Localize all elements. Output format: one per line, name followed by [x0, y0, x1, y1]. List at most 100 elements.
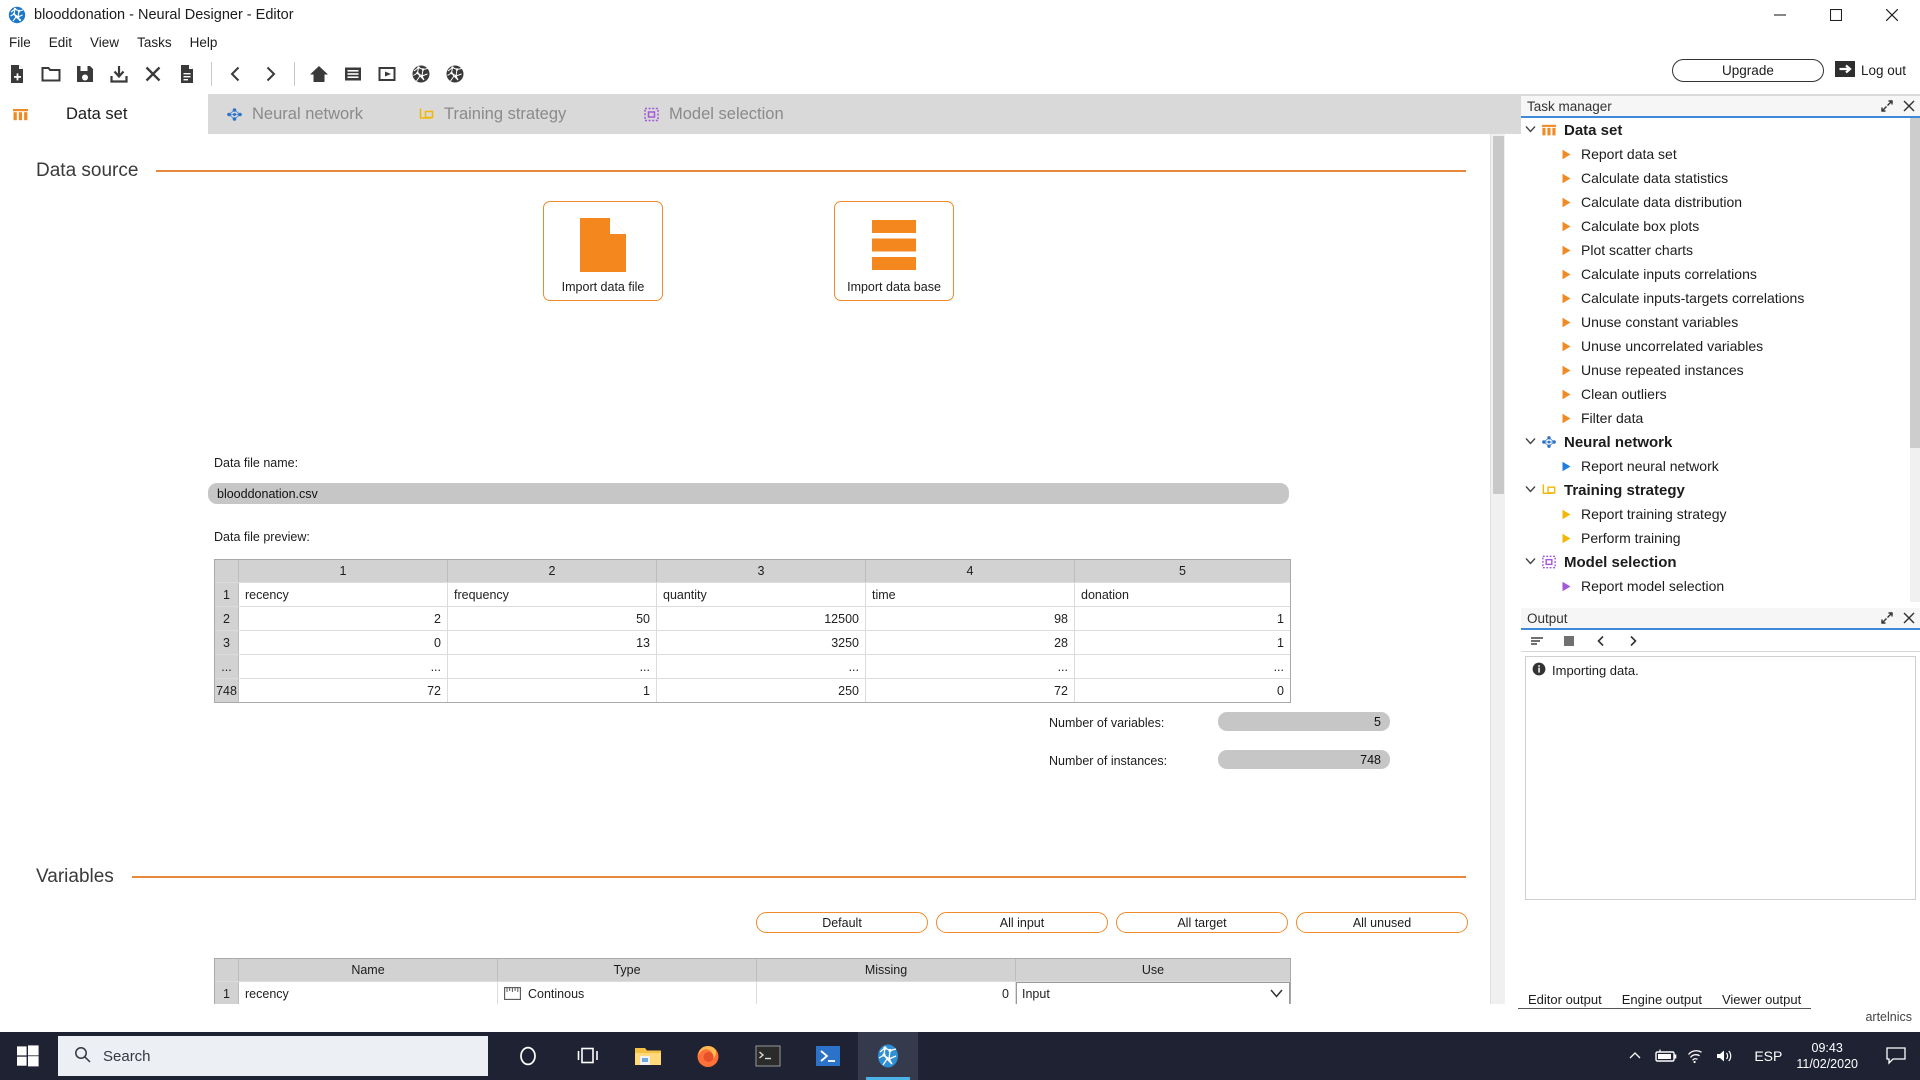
windows-start-icon[interactable]: [0, 1032, 56, 1080]
table-cell[interactable]: time: [866, 583, 1075, 606]
save-project-icon[interactable]: [68, 57, 102, 91]
tree-group-data-set[interactable]: Data set: [1521, 118, 1920, 142]
tab-editor-output[interactable]: Editor output: [1518, 990, 1612, 1009]
tree-item-unuse-repeated-instances[interactable]: Unuse repeated instances: [1521, 358, 1920, 382]
table-cell[interactable]: 72: [239, 679, 448, 702]
videos-icon[interactable]: [370, 57, 404, 91]
run-task-icon[interactable]: [1557, 245, 1575, 256]
chevron-down-icon[interactable]: [1521, 436, 1539, 448]
previous-icon[interactable]: [1585, 631, 1617, 651]
cortana-icon[interactable]: [498, 1032, 558, 1080]
next-icon[interactable]: [253, 57, 287, 91]
tree-item-filter-data[interactable]: Filter data: [1521, 406, 1920, 430]
variables-col-name[interactable]: Name: [239, 959, 498, 981]
task-manager-tree[interactable]: Data set Report data set Calculate data st…: [1521, 118, 1920, 602]
preview-col-2[interactable]: 2: [448, 560, 657, 582]
run-task-icon[interactable]: [1557, 293, 1575, 304]
variables-col-type[interactable]: Type: [498, 959, 757, 981]
table-row[interactable]: 2 2 50 12500 98 1: [215, 606, 1290, 630]
preview-col-5[interactable]: 5: [1075, 560, 1290, 582]
tree-item-unuse-constant-variables[interactable]: Unuse constant variables: [1521, 310, 1920, 334]
use-select[interactable]: Input: [1016, 982, 1290, 1004]
variable-type-cell[interactable]: Continous: [498, 982, 757, 1004]
powershell-icon[interactable]: [798, 1032, 858, 1080]
table-cell[interactable]: ...: [866, 655, 1075, 678]
preview-col-3[interactable]: 3: [657, 560, 866, 582]
stop-icon[interactable]: [1553, 631, 1585, 651]
close-button[interactable]: [1864, 0, 1920, 30]
table-cell[interactable]: ...: [657, 655, 866, 678]
float-icon[interactable]: [1876, 608, 1898, 628]
upgrade-button[interactable]: Upgrade: [1671, 59, 1824, 82]
table-cell[interactable]: donation: [1075, 583, 1290, 606]
clock[interactable]: 09:43 11/02/2020: [1796, 1040, 1858, 1072]
scrollbar-thumb[interactable]: [1493, 136, 1504, 494]
variables-col-use[interactable]: Use: [1016, 959, 1290, 981]
close-project-icon[interactable]: [136, 57, 170, 91]
table-cell[interactable]: 250: [657, 679, 866, 702]
tab-viewer-output[interactable]: Viewer output: [1711, 990, 1812, 1009]
tree-item-perform-training[interactable]: Perform training: [1521, 526, 1920, 550]
menu-tasks[interactable]: Tasks: [128, 33, 181, 52]
run-task-icon[interactable]: [1557, 317, 1575, 328]
run-task-icon[interactable]: [1557, 365, 1575, 376]
chevron-down-icon[interactable]: [1521, 484, 1539, 496]
run-task-icon[interactable]: [1557, 173, 1575, 184]
logout-button[interactable]: Log out: [1834, 58, 1906, 83]
chevron-down-icon[interactable]: [1270, 986, 1287, 1001]
tree-group-model-selection[interactable]: Model selection: [1521, 550, 1920, 574]
tab-data-set[interactable]: Data set: [0, 94, 208, 134]
file-explorer-icon[interactable]: [618, 1032, 678, 1080]
menu-help[interactable]: Help: [181, 33, 227, 52]
table-cell[interactable]: 12500: [657, 607, 866, 630]
previous-icon[interactable]: [219, 57, 253, 91]
language-indicator[interactable]: ESP: [1754, 1048, 1782, 1064]
tree-item-calculate-data-distribution[interactable]: Calculate data distribution: [1521, 190, 1920, 214]
battery-icon[interactable]: [1650, 1048, 1680, 1064]
run-task-icon[interactable]: [1557, 509, 1575, 520]
maximize-button[interactable]: [1808, 0, 1864, 30]
output-body[interactable]: Importing data.: [1525, 656, 1916, 900]
all-target-button[interactable]: All target: [1116, 912, 1288, 933]
menu-edit[interactable]: Edit: [40, 33, 81, 52]
editor-vertical-scrollbar[interactable]: [1490, 134, 1505, 1004]
globe-icon-2[interactable]: [438, 57, 472, 91]
tree-item-report-data-set[interactable]: Report data set: [1521, 142, 1920, 166]
open-project-icon[interactable]: [34, 57, 68, 91]
variables-col-missing[interactable]: Missing: [757, 959, 1016, 981]
menu-file[interactable]: File: [0, 33, 40, 52]
menu-view[interactable]: View: [81, 33, 128, 52]
tree-item-report-model-selection[interactable]: Report model selection: [1521, 574, 1920, 598]
task-manager-scroll-thumb[interactable]: [1910, 118, 1920, 448]
chevron-down-icon[interactable]: [1521, 556, 1539, 568]
terminal-icon[interactable]: [738, 1032, 798, 1080]
table-cell[interactable]: 0: [239, 631, 448, 654]
table-cell[interactable]: 1: [1075, 607, 1290, 630]
all-input-button[interactable]: All input: [936, 912, 1108, 933]
new-project-icon[interactable]: [0, 57, 34, 91]
tree-item-calculate-box-plots[interactable]: Calculate box plots: [1521, 214, 1920, 238]
tree-item-plot-scatter-charts[interactable]: Plot scatter charts: [1521, 238, 1920, 262]
table-cell[interactable]: 50: [448, 607, 657, 630]
table-row[interactable]: 3 0 13 3250 28 1: [215, 630, 1290, 654]
run-task-icon[interactable]: [1557, 413, 1575, 424]
firefox-icon[interactable]: [678, 1032, 738, 1080]
tree-item-calculate-inputs-targets-correlations[interactable]: Calculate inputs-targets correlations: [1521, 286, 1920, 310]
tab-neural-network[interactable]: Neural network: [208, 94, 381, 134]
table-cell[interactable]: quantity: [657, 583, 866, 606]
task-manager-scrollbar[interactable]: [1910, 118, 1920, 602]
table-cell[interactable]: ...: [448, 655, 657, 678]
default-button[interactable]: Default: [756, 912, 928, 933]
table-cell[interactable]: 13: [448, 631, 657, 654]
table-row[interactable]: 748 72 1 250 72 0: [215, 678, 1290, 702]
report-icon[interactable]: [170, 57, 204, 91]
close-icon[interactable]: [1898, 96, 1920, 116]
home-icon[interactable]: [302, 57, 336, 91]
tab-engine-output[interactable]: Engine output: [1611, 990, 1712, 1009]
preview-col-1[interactable]: 1: [239, 560, 448, 582]
tree-group-training-strategy[interactable]: Training strategy: [1521, 478, 1920, 502]
table-row[interactable]: 1 recency Continous 0 Input: [215, 981, 1290, 1004]
run-task-icon[interactable]: [1557, 149, 1575, 160]
run-task-icon[interactable]: [1557, 269, 1575, 280]
table-cell[interactable]: 1: [448, 679, 657, 702]
